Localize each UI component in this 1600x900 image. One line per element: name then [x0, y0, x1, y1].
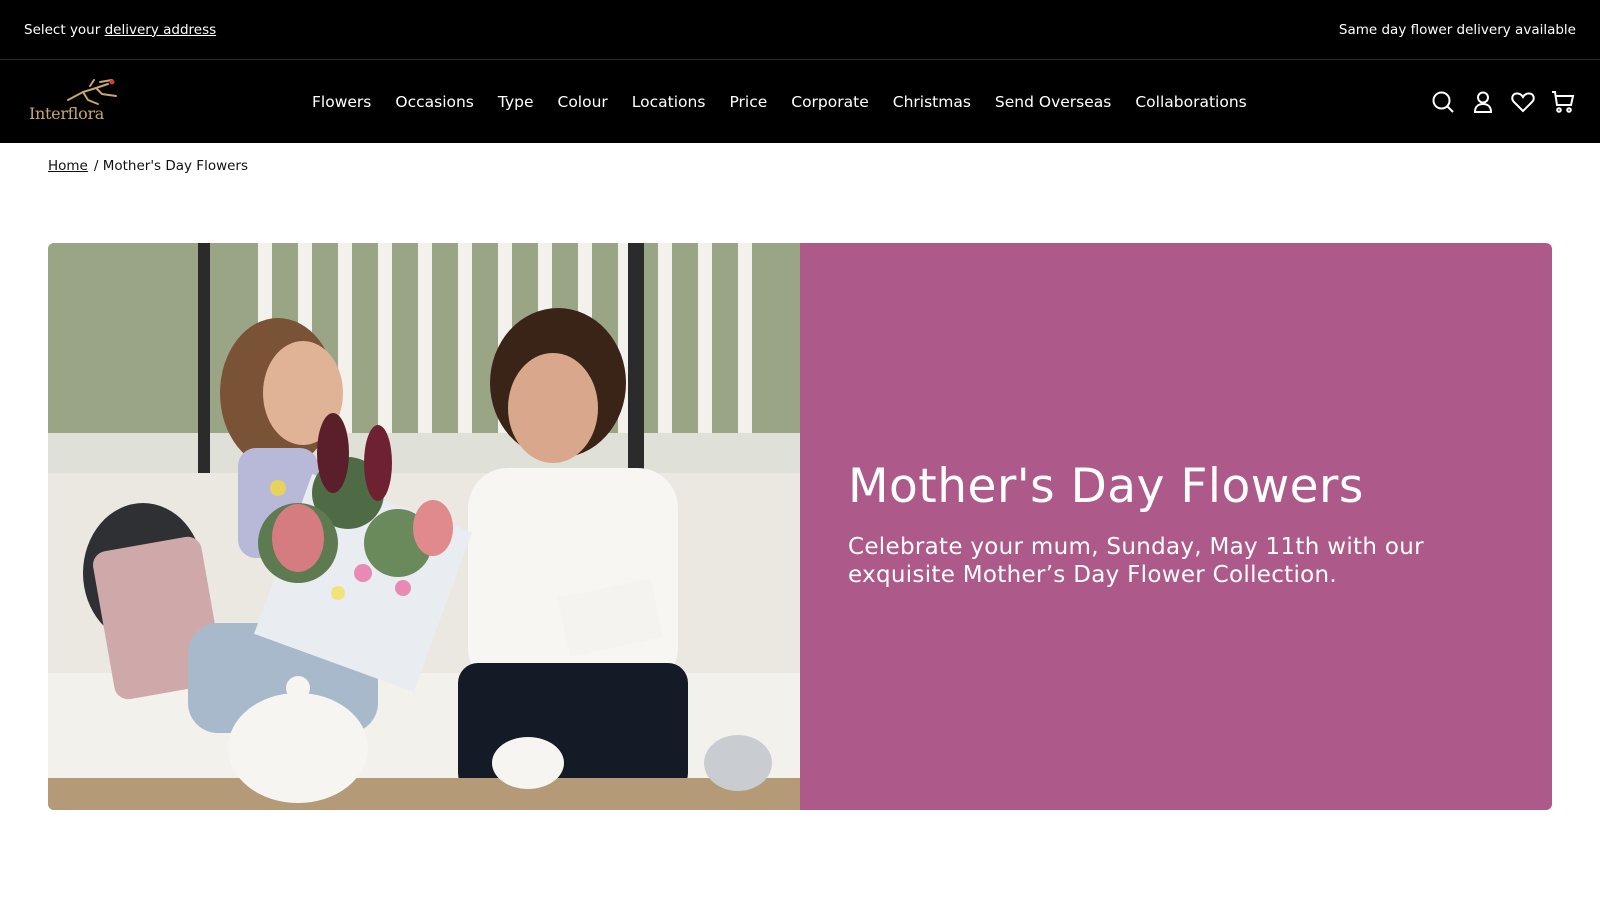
delivery-address-link[interactable]: delivery address — [105, 22, 217, 38]
interflora-logo[interactable]: Interflora — [28, 78, 128, 126]
nav-locations[interactable]: Locations — [620, 93, 718, 111]
nav-corporate[interactable]: Corporate — [779, 93, 881, 111]
hero-photo — [48, 243, 800, 810]
nav-collaborations[interactable]: Collaborations — [1123, 93, 1258, 111]
hero-banner: Mother's Day Flowers Celebrate your mum,… — [48, 243, 1552, 810]
nav-send-overseas[interactable]: Send Overseas — [983, 93, 1123, 111]
hero-photo-illustration — [48, 243, 800, 810]
delivery-prompt-text: Select your — [24, 21, 101, 38]
nav-christmas[interactable]: Christmas — [881, 93, 983, 111]
nav-price[interactable]: Price — [717, 93, 779, 111]
search-icon[interactable] — [1430, 89, 1456, 115]
logo-wordmark: Interflora — [29, 104, 105, 123]
account-icon[interactable] — [1470, 89, 1496, 115]
nav-occasions[interactable]: Occasions — [383, 93, 486, 111]
hero-text-panel: Mother's Day Flowers Celebrate your mum,… — [800, 243, 1552, 810]
breadcrumb-current: / Mother's Day Flowers — [93, 158, 249, 174]
hero-title: Mother's Day Flowers — [848, 459, 1364, 514]
nav-type[interactable]: Type — [486, 93, 546, 111]
cart-icon[interactable] — [1550, 89, 1576, 115]
breadcrumb: Home / Mother's Day Flowers — [48, 158, 248, 174]
header-actions — [1430, 60, 1576, 143]
same-day-delivery-promo: Same day flower delivery available — [1338, 21, 1576, 38]
announcement-bar: Select your delivery address Same day fl… — [0, 0, 1600, 60]
delivery-address-prompt: Select your delivery address — [24, 22, 216, 38]
breadcrumb-home-link[interactable]: Home — [48, 158, 88, 174]
main-header: Interflora Flowers Occasions Type Colour… — [0, 60, 1600, 143]
nav-flowers[interactable]: Flowers — [300, 93, 383, 111]
hero-subtitle: Celebrate your mum, Sunday, May 11th wit… — [848, 533, 1424, 588]
nav-colour[interactable]: Colour — [546, 93, 620, 111]
heart-icon[interactable] — [1510, 89, 1536, 115]
primary-navigation: Flowers Occasions Type Colour Locations … — [300, 60, 1259, 143]
